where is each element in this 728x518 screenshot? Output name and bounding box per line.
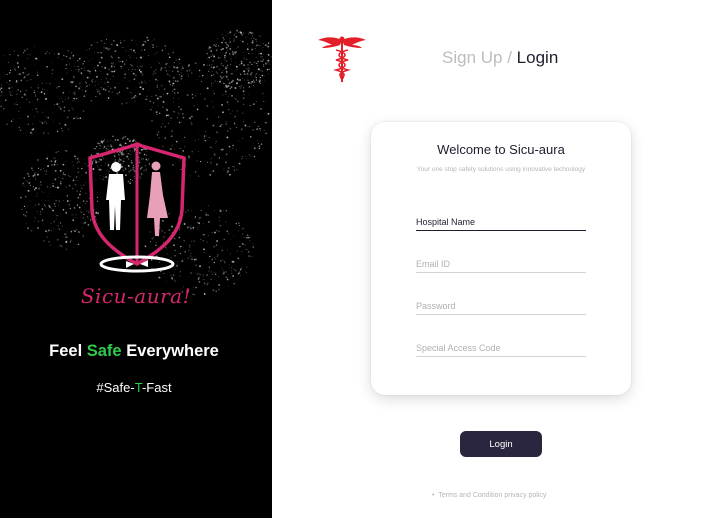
card-title: Welcome to Sicu-aura	[437, 142, 565, 157]
access-code-input[interactable]	[416, 341, 586, 357]
footer-bullet: •	[432, 492, 435, 499]
auth-panel: Sign Up / Login Welcome to Sicu-aura You…	[272, 0, 728, 518]
caduceus-icon	[316, 32, 368, 84]
tagline-highlight: Safe	[86, 342, 122, 360]
login-card: Welcome to Sicu-aura Your one stop safet…	[371, 122, 631, 395]
brand-panel: Sicu-aura! Feel Safe Everywhere #Safe-T-…	[0, 0, 272, 518]
footer-links: • Terms and Condition privacy policy	[432, 492, 546, 499]
tagline-post: Everywhere	[121, 342, 219, 360]
password-input[interactable]	[416, 299, 586, 315]
hashtag-post: -Fast	[141, 380, 172, 395]
card-subtitle: Your one stop safety solutions using inn…	[416, 166, 586, 173]
hospital-name-input[interactable]	[416, 215, 586, 231]
tagline: Feel Safe Everywhere	[0, 342, 268, 361]
hashtag-pre: #Safe-	[96, 380, 135, 395]
auth-tabs: Sign Up / Login	[442, 48, 558, 68]
tab-login[interactable]: Login	[517, 48, 559, 67]
terms-link[interactable]: Terms and Condition	[438, 492, 502, 499]
hashtag-highlight: T	[134, 380, 142, 395]
shield-logo-icon	[82, 140, 192, 280]
tab-signup[interactable]: Sign Up /	[442, 48, 512, 67]
tagline-pre: Feel	[49, 342, 87, 360]
login-button[interactable]: Login	[460, 431, 542, 457]
brand-script-name: Sicu-aura!	[80, 284, 192, 308]
hashtag: #Safe-T-Fast	[0, 380, 268, 395]
email-input[interactable]	[416, 257, 586, 273]
privacy-link[interactable]: privacy policy	[504, 492, 546, 499]
